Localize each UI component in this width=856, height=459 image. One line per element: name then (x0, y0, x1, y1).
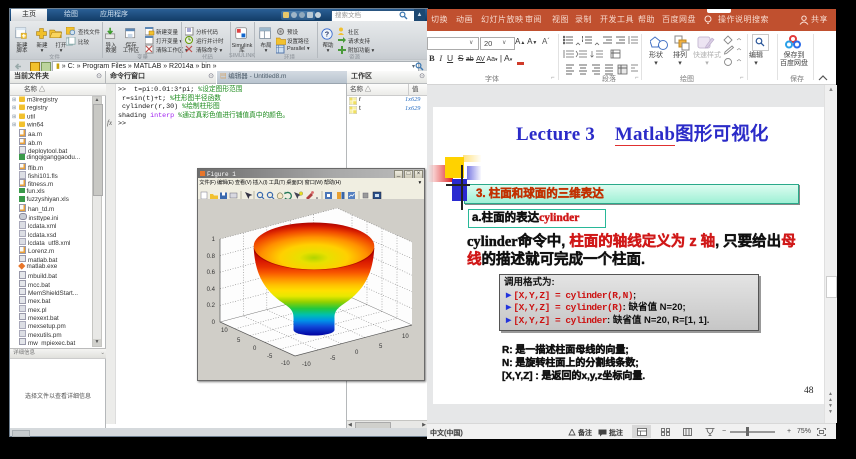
svg-text:-5: -5 (267, 354, 273, 360)
svg-text:0.8: 0.8 (207, 254, 216, 260)
svg-text:0.6: 0.6 (207, 270, 216, 276)
svg-text:-10: -10 (281, 361, 290, 367)
svg-text:0: 0 (253, 346, 257, 352)
svg-text:0.4: 0.4 (207, 287, 216, 293)
svg-text:0: 0 (355, 350, 359, 356)
svg-text:?: ? (325, 29, 329, 38)
svg-text:10: 10 (402, 334, 409, 340)
svg-text:5: 5 (237, 338, 241, 344)
svg-text:0.2: 0.2 (207, 303, 216, 309)
svg-text:-5: -5 (330, 356, 336, 362)
svg-text:1: 1 (212, 237, 216, 243)
svg-text:0: 0 (212, 320, 216, 326)
svg-text:-10: -10 (302, 362, 311, 368)
svg-text:10: 10 (221, 328, 228, 334)
svg-text:5: 5 (379, 344, 383, 350)
